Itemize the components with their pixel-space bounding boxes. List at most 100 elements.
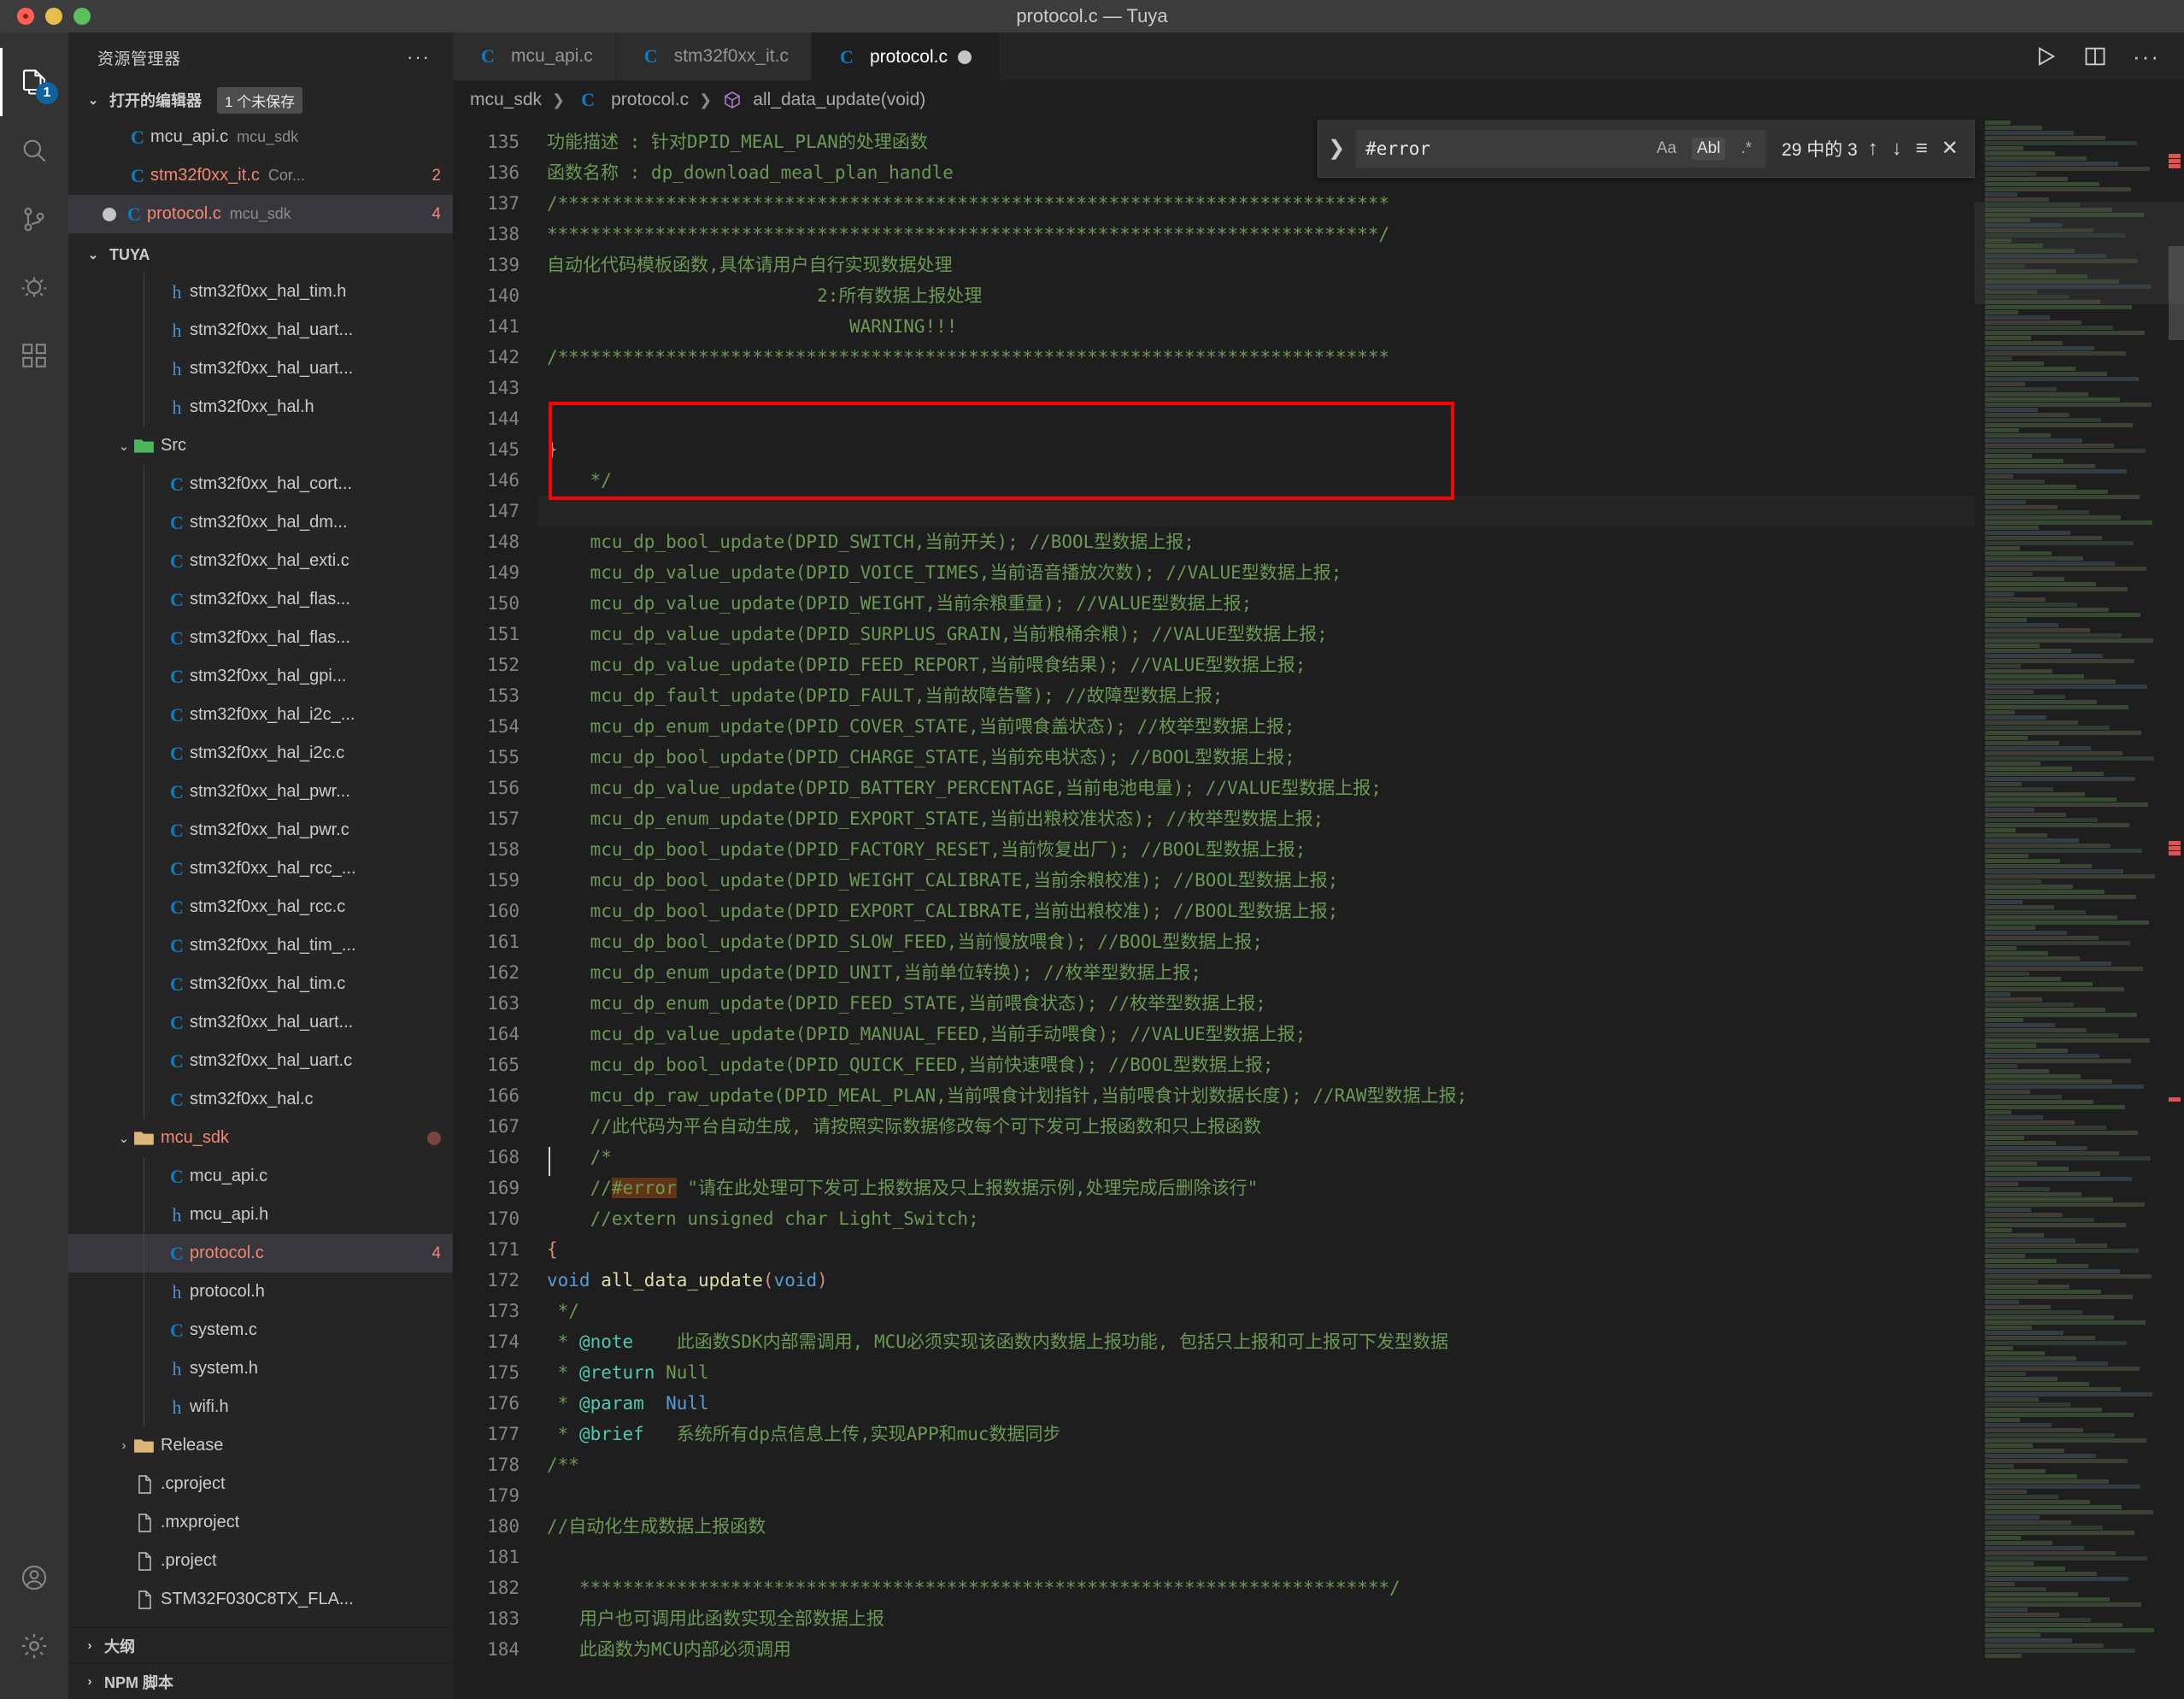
code-line[interactable]: //extern unsigned char Light_Switch; — [538, 1203, 1975, 1234]
code-line[interactable]: /* — [538, 1142, 1975, 1173]
open-editors-section-header[interactable]: ⌄ 打开的编辑器 1 个未保存 — [68, 82, 453, 118]
code-line[interactable]: mcu_dp_bool_update(DPID_FACTORY_RESET,当前… — [538, 834, 1975, 865]
code-line[interactable]: * @note 此函数SDK内部需调用, MCU必须实现该函数内数据上报功能, … — [538, 1326, 1975, 1357]
tree-file[interactable]: hstm32f0xx_hal_uart... — [68, 311, 453, 350]
code-line[interactable]: ****************************************… — [538, 219, 1975, 250]
tree-file[interactable]: Cstm32f0xx_hal_i2c_... — [68, 696, 453, 734]
tree-file[interactable]: Cstm32f0xx_hal.c — [68, 1080, 453, 1119]
tree-file[interactable]: Cstm32f0xx_hal_flas... — [68, 580, 453, 619]
tree-file[interactable]: hstm32f0xx_hal.h — [68, 388, 453, 426]
code-line[interactable] — [538, 1542, 1975, 1573]
code-line[interactable]: 2:所有数据上报处理 — [538, 280, 1975, 311]
code-line[interactable]: mcu_dp_value_update(DPID_VOICE_TIMES,当前语… — [538, 557, 1975, 588]
code-line[interactable]: { — [538, 1234, 1975, 1265]
play-icon[interactable] — [2034, 44, 2058, 68]
tree-folder[interactable]: ⌄Src — [68, 426, 453, 465]
tree-file[interactable]: Cstm32f0xx_hal_tim.c — [68, 965, 453, 1003]
npm-scripts-section-header[interactable]: › NPM 脚本 — [68, 1663, 453, 1699]
code-line[interactable]: mcu_dp_value_update(DPID_WEIGHT,当前余粮重量);… — [538, 588, 1975, 619]
tree-file[interactable]: Cstm32f0xx_hal_uart... — [68, 1003, 453, 1042]
match-case-icon[interactable]: Aa — [1652, 138, 1682, 160]
close-icon[interactable]: ✕ — [1938, 136, 1962, 161]
code-line[interactable] — [538, 373, 1975, 403]
tree-file[interactable]: Cstm32f0xx_hal_dm... — [68, 503, 453, 542]
code-line[interactable] — [538, 403, 1975, 434]
open-editor-item-stm32f0xx_it-c[interactable]: C stm32f0xx_it.c Cor... 2 — [68, 156, 453, 195]
activitybar-source-control[interactable] — [0, 185, 68, 253]
tree-folder[interactable]: ›Release — [68, 1426, 453, 1465]
tree-file[interactable]: hsystem.h — [68, 1349, 453, 1388]
code-line[interactable]: mcu_dp_enum_update(DPID_COVER_STATE,当前喂食… — [538, 711, 1975, 742]
minimap-slider[interactable] — [1975, 202, 2184, 304]
find-in-selection-icon[interactable]: ≡ — [1912, 137, 1931, 161]
code-line[interactable]: mcu_dp_bool_update(DPID_EXPORT_CALIBRATE… — [538, 896, 1975, 926]
find-input[interactable]: #error Aa Abl .* — [1356, 130, 1766, 168]
code-line[interactable]: ****************************************… — [538, 1573, 1975, 1603]
activitybar-explorer[interactable]: 1 — [0, 48, 68, 116]
code-line[interactable]: mcu_dp_value_update(DPID_SURPLUS_GRAIN,当… — [538, 619, 1975, 650]
tree-file[interactable]: hmcu_api.h — [68, 1196, 453, 1234]
code-line[interactable]: mcu_dp_bool_update(DPID_SWITCH,当前开关); //… — [538, 526, 1975, 557]
code-line[interactable]: //此代码为平台自动生成, 请按照实际数据修改每个可下发可上报函数和只上报函数 — [538, 1111, 1975, 1142]
tree-file[interactable]: hwifi.h — [68, 1388, 453, 1426]
tab-unsaved-dot-icon[interactable] — [958, 50, 972, 64]
tree-file[interactable]: Cmcu_api.c — [68, 1157, 453, 1196]
editor-scrollbar[interactable] — [2169, 120, 2184, 1699]
tree-file[interactable]: hstm32f0xx_hal_tim.h — [68, 273, 453, 311]
code-line[interactable]: mcu_dp_enum_update(DPID_UNIT,当前单位转换); //… — [538, 957, 1975, 988]
code-line[interactable]: WARNING!!! — [538, 311, 1975, 342]
code-line[interactable] — [538, 496, 1975, 526]
activitybar-debug[interactable] — [0, 253, 68, 321]
tree-file[interactable]: Csystem.c — [68, 1311, 453, 1349]
tree-folder[interactable]: ⌄mcu_sdk — [68, 1119, 453, 1157]
code-line[interactable]: mcu_dp_value_update(DPID_FEED_REPORT,当前喂… — [538, 650, 1975, 680]
tree-file[interactable]: Cstm32f0xx_hal_pwr... — [68, 773, 453, 811]
tree-file[interactable]: Cstm32f0xx_hal_cort... — [68, 465, 453, 503]
activitybar-search[interactable] — [0, 116, 68, 185]
breadcrumb-item-symbol[interactable]: all_data_update(void) — [753, 90, 925, 110]
tree-file[interactable]: Cstm32f0xx_hal_pwr.c — [68, 811, 453, 850]
tree-file[interactable]: Cstm32f0xx_hal_i2c.c — [68, 734, 453, 773]
scrollbar-thumb[interactable] — [2169, 246, 2184, 340]
tree-file[interactable]: hprotocol.h — [68, 1273, 453, 1311]
ellipsis-icon[interactable]: ··· — [2133, 44, 2160, 70]
code-line[interactable]: mcu_dp_bool_update(DPID_WEIGHT_CALIBRATE… — [538, 865, 1975, 896]
code-line[interactable]: //自动化生成数据上报函数 — [538, 1511, 1975, 1542]
activitybar-extensions[interactable] — [0, 321, 68, 390]
code-line[interactable]: //#error "请在此处理可下发可上报数据及只上报数据示例,处理完成后删除该… — [538, 1173, 1975, 1203]
tree-file[interactable]: Cstm32f0xx_hal_rcc_... — [68, 850, 453, 888]
code-line[interactable]: /***************************************… — [538, 342, 1975, 373]
code-line[interactable]: * @param Null — [538, 1388, 1975, 1419]
code-line[interactable]: mcu_dp_fault_update(DPID_FAULT,当前故障告警); … — [538, 680, 1975, 711]
code-line[interactable]: mcu_dp_raw_update(DPID_MEAL_PLAN,当前喂食计划指… — [538, 1080, 1975, 1111]
arrow-up-icon[interactable]: ↑ — [1864, 137, 1882, 161]
code-line[interactable] — [538, 1480, 1975, 1511]
outline-section-header[interactable]: › 大纲 — [68, 1627, 453, 1663]
tree-file[interactable]: .cproject — [68, 1465, 453, 1503]
code-line[interactable]: */ — [538, 1296, 1975, 1326]
tree-file[interactable]: Cstm32f0xx_hal_gpi... — [68, 657, 453, 696]
split-icon[interactable] — [2083, 44, 2107, 68]
activitybar-settings[interactable] — [0, 1612, 68, 1680]
tree-file[interactable]: .mxproject — [68, 1503, 453, 1542]
tab-stm32f0xx_it-c[interactable]: C stm32f0xx_it.c — [616, 32, 812, 80]
find-widget[interactable]: ❯ #error Aa Abl .* 29 中的 3 ↑ ↓ ≡ ✕ — [1318, 120, 1975, 178]
code-line[interactable]: * @brief 系统所有dp点信息上传,实现APP和muc数据同步 — [538, 1419, 1975, 1449]
use-regex-icon[interactable]: .* — [1735, 138, 1757, 160]
code-content[interactable]: 功能描述 : 针对DPID_MEAL_PLAN的处理函数函数名称 : dp_do… — [538, 120, 1975, 1699]
toggle-replace-icon[interactable]: ❯ — [1324, 136, 1349, 161]
code-line[interactable]: */ — [538, 465, 1975, 496]
code-line[interactable]: void all_data_update(void) — [538, 1265, 1975, 1296]
project-section-header[interactable]: ⌄ TUYA — [68, 237, 453, 273]
tab-protocol-c[interactable]: C protocol.c — [812, 32, 1000, 80]
open-editor-item-protocol-c[interactable]: C protocol.c mcu_sdk 4 — [68, 195, 453, 233]
minimap[interactable] — [1975, 120, 2184, 1699]
code-line[interactable]: 此函数为MCU内部必须调用 — [538, 1634, 1975, 1665]
activitybar-accounts[interactable] — [0, 1543, 68, 1612]
code-line[interactable]: 自动化代码模板函数,具体请用户自行实现数据处理 — [538, 250, 1975, 280]
breadcrumb-item-folder[interactable]: mcu_sdk — [470, 90, 542, 110]
code-line[interactable]: 用户也可调用此函数实现全部数据上报 — [538, 1603, 1975, 1634]
tree-file[interactable]: Cstm32f0xx_hal_flas... — [68, 619, 453, 657]
open-editor-item-mcu_api-c[interactable]: C mcu_api.c mcu_sdk — [68, 118, 453, 156]
code-line[interactable]: mcu_dp_bool_update(DPID_QUICK_FEED,当前快速喂… — [538, 1049, 1975, 1080]
